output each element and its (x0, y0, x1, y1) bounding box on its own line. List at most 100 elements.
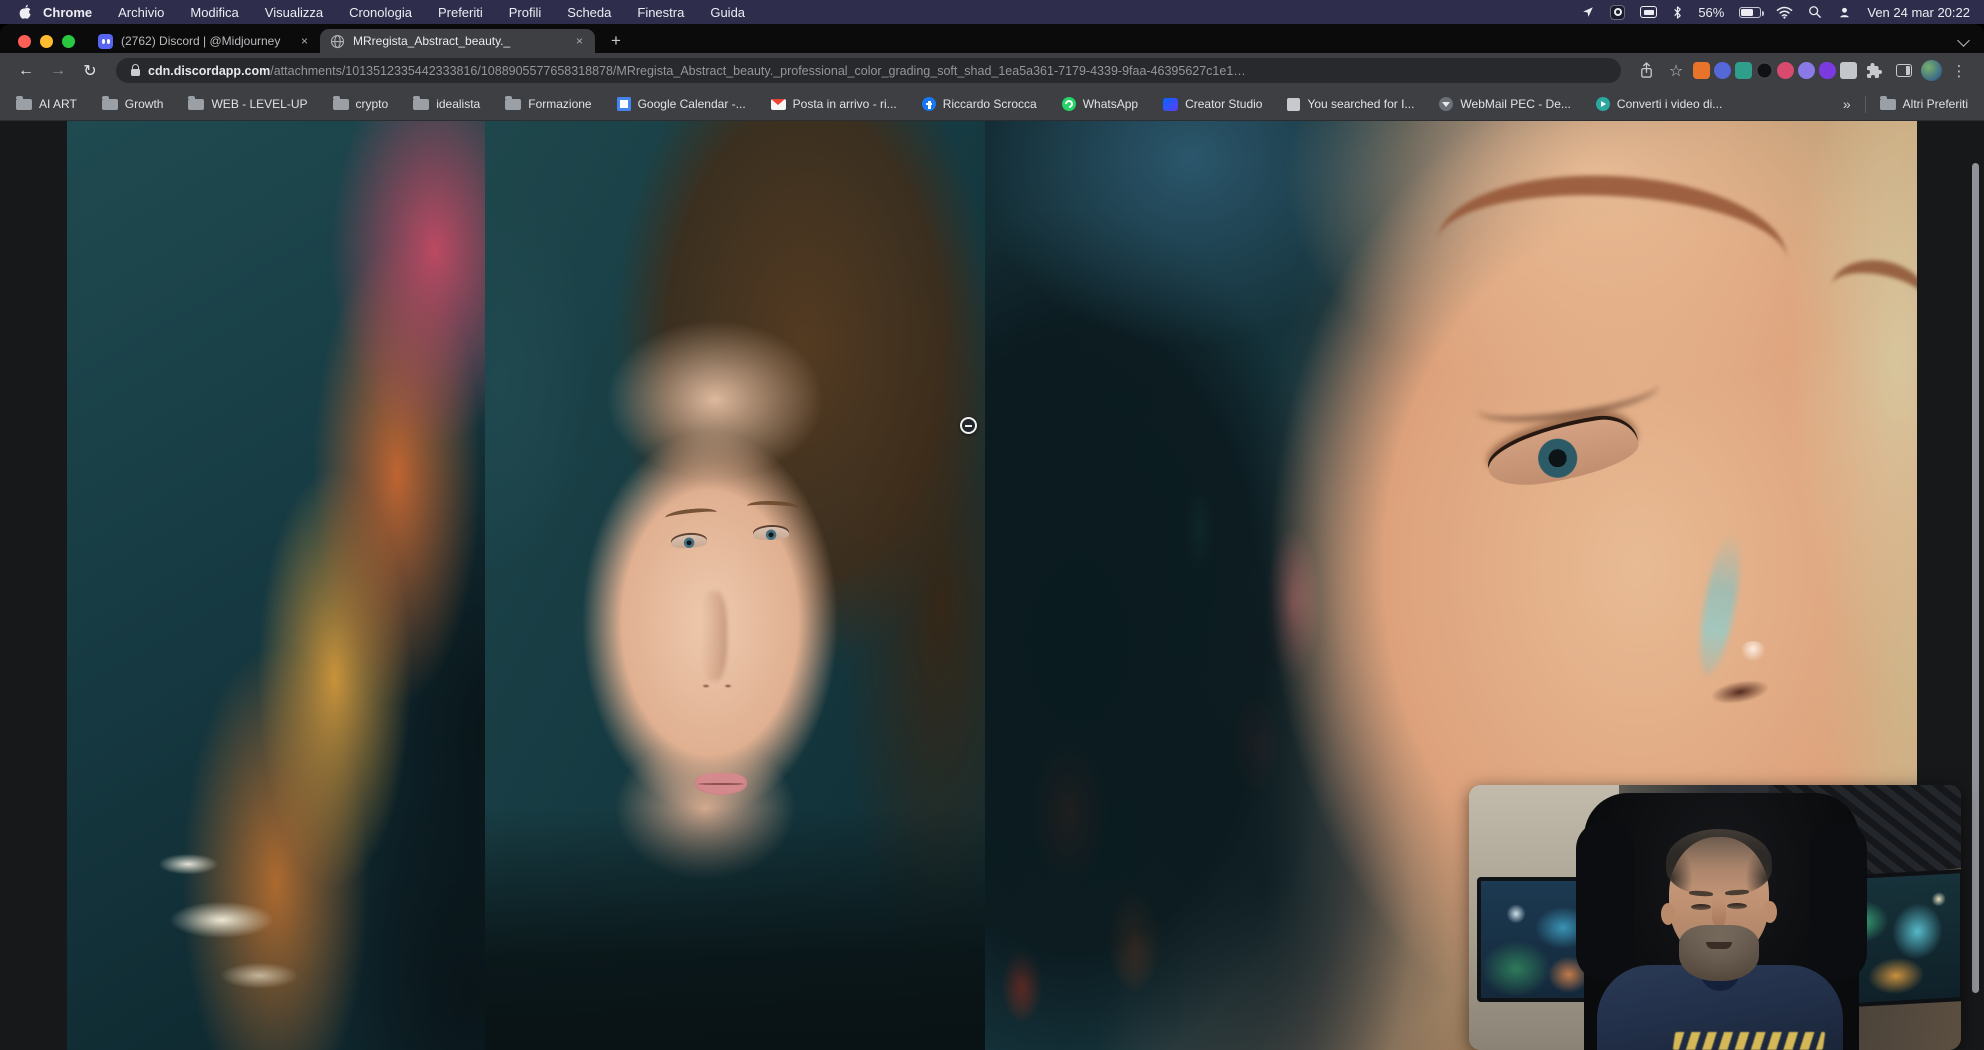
menu-modifica[interactable]: Modifica (190, 5, 238, 20)
bookmark-label: WhatsApp (1083, 97, 1138, 111)
extensions-puzzle-icon[interactable] (1861, 58, 1887, 84)
google-calendar-icon (617, 97, 631, 111)
closeup-nose-tip-highlight (1740, 641, 1766, 661)
extension-purple-icon[interactable] (1819, 62, 1836, 79)
menu-chrome[interactable]: Chrome (43, 5, 92, 20)
bookmark-star-icon[interactable]: ☆ (1663, 58, 1689, 84)
profile-avatar[interactable] (1921, 60, 1942, 81)
menu-cronologia[interactable]: Cronologia (349, 5, 412, 20)
bookmark-ai-art[interactable]: AI ART (16, 97, 77, 111)
share-icon[interactable] (1633, 58, 1659, 84)
extension-indigo-waves-icon[interactable] (1714, 62, 1731, 79)
lock-icon (131, 69, 140, 76)
tab-discord[interactable]: (2762) Discord | @Midjourney × (88, 29, 320, 53)
menu-scheda[interactable]: Scheda (567, 5, 611, 20)
back-button[interactable]: ← (12, 62, 40, 80)
screen: Chrome Archivio Modifica Visualizza Cron… (0, 0, 1984, 1050)
chrome-menu-icon[interactable]: ⋮ (1946, 58, 1972, 84)
menu-finestra[interactable]: Finestra (637, 5, 684, 20)
tab-search-chevron-icon[interactable] (1957, 34, 1970, 47)
portrait-nose-shadow (701, 591, 727, 681)
menu-archivio[interactable]: Archivio (118, 5, 164, 20)
menu-bar-clock[interactable]: Ven 24 mar 20:22 (1867, 5, 1970, 20)
extension-teal-n-icon[interactable] (1735, 62, 1752, 79)
bookmark-whatsapp[interactable]: WhatsApp (1062, 97, 1138, 111)
zoom-out-cursor (960, 417, 977, 434)
bookmark-label: Converti i video di... (1617, 97, 1722, 111)
vertical-scrollbar[interactable] (1972, 163, 1979, 993)
bluetooth-icon[interactable] (1672, 5, 1683, 20)
closeup-eye (1484, 414, 1643, 491)
apple-menu-icon[interactable] (18, 4, 33, 21)
new-tab-button[interactable]: + (607, 29, 625, 53)
bookmark-creator-studio[interactable]: Creator Studio (1163, 97, 1262, 111)
tab-image-attachment[interactable]: MRregista_Abstract_beauty._ × (320, 29, 595, 53)
portrait-left-eye (671, 534, 708, 549)
presenter-left-eye (1691, 904, 1711, 910)
close-window-button[interactable] (18, 35, 31, 48)
side-panel-icon[interactable] (1891, 58, 1917, 84)
bookmark-converti-video[interactable]: Converti i video di... (1596, 97, 1722, 111)
bookmark-google-calendar[interactable]: Google Calendar -... (617, 97, 746, 111)
reload-button[interactable]: ↻ (76, 61, 104, 81)
whatsapp-icon (1062, 97, 1076, 111)
bookmark-formazione[interactable]: Formazione (505, 97, 591, 111)
bookmarks-bar: AI ART Growth WEB - LEVEL-UP crypto idea… (0, 88, 1984, 121)
battery-icon[interactable] (1739, 7, 1761, 18)
folder-icon (413, 99, 429, 110)
wifi-icon[interactable] (1776, 6, 1793, 19)
tab-title: (2762) Discord | @Midjourney (121, 34, 291, 48)
bookmark-label: Riccardo Scrocca (943, 97, 1037, 111)
macos-menu-bar: Chrome Archivio Modifica Visualizza Cron… (0, 0, 1984, 24)
bookmark-webmail-pec[interactable]: WebMail PEC - De... (1439, 97, 1570, 111)
bookmark-label: Altri Preferiti (1903, 97, 1968, 111)
display-mirroring-icon[interactable] (1640, 6, 1657, 18)
menu-preferiti[interactable]: Preferiti (438, 5, 483, 20)
extension-black-circle-icon[interactable] (1756, 62, 1773, 79)
tabs: (2762) Discord | @Midjourney × MRregista… (88, 29, 625, 53)
closeup-eyebrow (1433, 167, 1790, 335)
battery-percent: 56% (1698, 5, 1724, 20)
bookmark-label: Growth (125, 97, 164, 111)
menu-profili[interactable]: Profili (509, 5, 542, 20)
tab-close-icon[interactable]: × (299, 34, 310, 48)
extension-orange-icon[interactable] (1693, 62, 1710, 79)
other-bookmarks[interactable]: Altri Preferiti (1880, 97, 1968, 111)
menu-visualizza[interactable]: Visualizza (265, 5, 323, 20)
bookmark-idealista[interactable]: idealista (413, 97, 480, 111)
location-arrow-icon[interactable] (1581, 5, 1595, 19)
bookmark-riccardo-scrocca[interactable]: Riccardo Scrocca (922, 97, 1037, 111)
extension-pink-key-icon[interactable] (1777, 62, 1794, 79)
bookmark-label: You searched for I... (1307, 97, 1414, 111)
bookmark-you-searched[interactable]: You searched for I... (1287, 97, 1414, 111)
bookmark-posta-in-arrivo[interactable]: Posta in arrivo - ri... (771, 97, 897, 111)
portrait-nostrils (695, 681, 739, 691)
address-bar[interactable]: cdn.discordapp.com/attachments/101351233… (116, 58, 1621, 83)
bookmarks-right-group: » Altri Preferiti (1843, 96, 1968, 113)
closeup-nostril-shadow (1709, 676, 1772, 708)
menu-guida[interactable]: Guida (710, 5, 745, 20)
fullscreen-window-button[interactable] (62, 35, 75, 48)
bookmark-crypto[interactable]: crypto (333, 97, 389, 111)
minimize-window-button[interactable] (40, 35, 53, 48)
portrait-right-eye (753, 526, 789, 540)
spotlight-search-icon[interactable] (1808, 5, 1822, 19)
extension-gray-grid-icon[interactable] (1840, 62, 1857, 79)
portrait-lips (695, 773, 747, 795)
screen-recording-icon[interactable] (1610, 5, 1625, 20)
menu-bar-status: 56% Ven 24 mar 20:22 (1581, 5, 1970, 20)
bookmark-web-level-up[interactable]: WEB - LEVEL-UP (188, 97, 307, 111)
bookmark-growth[interactable]: Growth (102, 97, 164, 111)
forward-button[interactable]: → (44, 62, 72, 80)
artwork-panel-portrait (485, 121, 985, 1050)
extension-lavender-icon[interactable] (1798, 62, 1815, 79)
folder-icon (16, 99, 32, 110)
webcam-watermark-cutoff (1673, 1032, 1826, 1050)
tab-close-icon[interactable]: × (574, 34, 585, 48)
user-switch-icon[interactable] (1837, 5, 1852, 20)
closeup-nose-teal-shine (1693, 529, 1748, 677)
bookmarks-overflow-chevron[interactable]: » (1843, 96, 1851, 112)
tab-title: MRregista_Abstract_beauty._ (353, 34, 566, 48)
browser-toolbar: ← → ↻ cdn.discordapp.com/attachments/101… (0, 53, 1984, 88)
folder-icon (188, 99, 204, 110)
